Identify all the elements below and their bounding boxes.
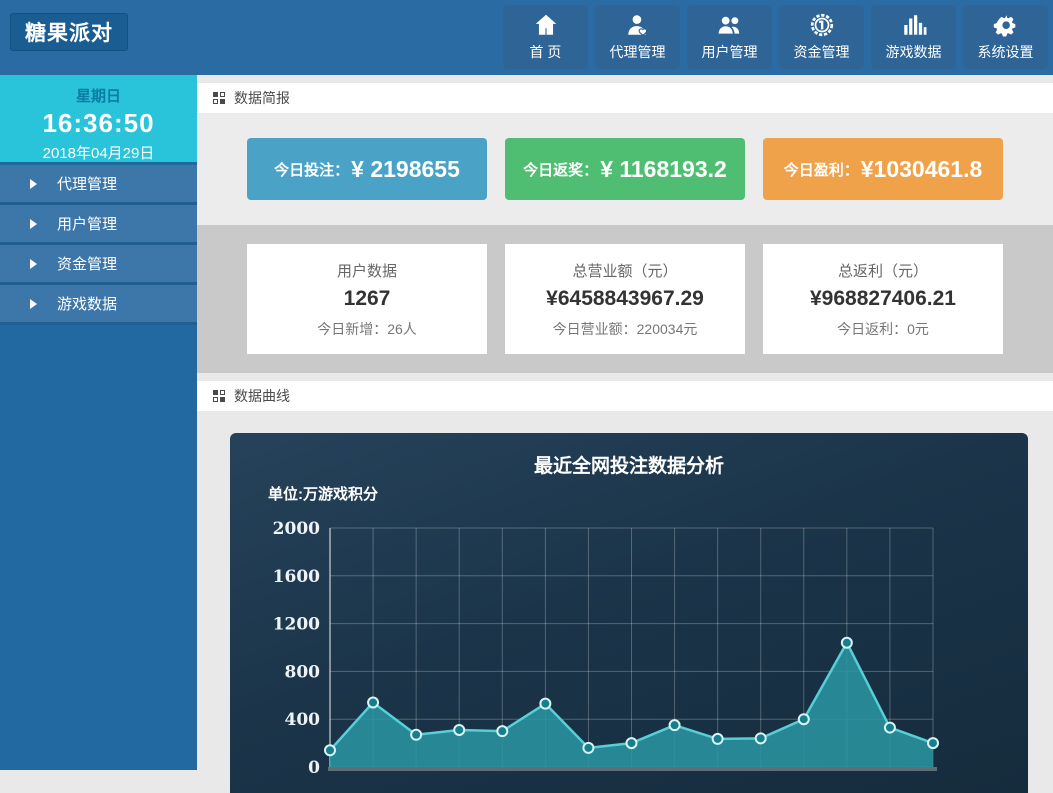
summary-value: ¥6458843967.29 bbox=[546, 287, 704, 311]
stat-value: ¥ 2198655 bbox=[351, 156, 460, 183]
svg-text:0: 0 bbox=[308, 758, 320, 778]
summary-title: 总返利（元） bbox=[838, 260, 928, 281]
users-icon bbox=[717, 12, 743, 38]
game-data-icon bbox=[901, 12, 927, 38]
home-icon bbox=[533, 12, 559, 38]
nav-label: 游戏数据 bbox=[886, 42, 942, 62]
nav-agent-management[interactable]: 代理管理 bbox=[595, 5, 680, 69]
funds-icon bbox=[809, 12, 835, 38]
section-divider bbox=[197, 373, 1053, 381]
nav-home[interactable]: 首 页 bbox=[503, 5, 588, 69]
summary-value: ¥968827406.21 bbox=[810, 287, 956, 311]
clock-date: 2018年04月29日 bbox=[0, 142, 197, 163]
summary-card-users: 用户数据 1267 今日新增：26人 bbox=[247, 244, 487, 354]
sidebar-item-agent-management[interactable]: 代理管理 bbox=[0, 165, 197, 205]
stat-card-today-bets: 今日投注： ¥ 2198655 bbox=[247, 138, 487, 200]
nav-label: 系统设置 bbox=[978, 42, 1034, 62]
triangle-right-icon bbox=[30, 299, 37, 309]
bet-analysis-chart-panel: 0 400 800 1200 1600 2000 最近全网投注数据分析 单位:万游戏积分 bbox=[230, 433, 1028, 793]
stat-card-today-profit: 今日盈利： ¥1030461.8 bbox=[763, 138, 1003, 200]
svg-text:1600: 1600 bbox=[273, 567, 320, 587]
nav-funds-management[interactable]: 资金管理 bbox=[779, 5, 864, 69]
app-logo-text: 糖果派对 bbox=[25, 17, 113, 47]
grid-icon bbox=[213, 92, 225, 104]
summary-subtext: 今日营业额：220034元 bbox=[553, 319, 698, 339]
clock-time: 16:36:50 bbox=[0, 108, 197, 139]
chart-title: 最近全网投注数据分析 bbox=[230, 451, 1028, 478]
summary-cards-row: 用户数据 1267 今日新增：26人 总营业额（元） ¥6458843967.2… bbox=[197, 225, 1053, 373]
clock-widget: 星期日 16:36:50 2018年04月29日 bbox=[0, 75, 197, 165]
nav-label: 资金管理 bbox=[794, 42, 850, 62]
chart-unit-label: 单位:万游戏积分 bbox=[268, 483, 378, 504]
sidebar-item-label: 游戏数据 bbox=[57, 293, 117, 314]
sidebar: 星期日 16:36:50 2018年04月29日 代理管理 用户管理 资金管理 … bbox=[0, 75, 197, 770]
svg-text:400: 400 bbox=[285, 710, 321, 730]
summary-title: 用户数据 bbox=[337, 260, 397, 281]
summary-title: 总营业额（元） bbox=[572, 260, 677, 281]
triangle-right-icon bbox=[30, 179, 37, 189]
nav-user-management[interactable]: 用户管理 bbox=[687, 5, 772, 69]
triangle-right-icon bbox=[30, 219, 37, 229]
nav-label: 首 页 bbox=[530, 42, 562, 62]
section-header-data-brief: 数据简报 bbox=[197, 83, 1053, 113]
svg-text:1200: 1200 bbox=[273, 615, 320, 635]
stat-label: 今日盈利： bbox=[784, 159, 859, 180]
stat-label: 今日返奖： bbox=[523, 159, 598, 180]
section-title: 数据简报 bbox=[234, 88, 290, 108]
summary-card-total-revenue: 总营业额（元） ¥6458843967.29 今日营业额：220034元 bbox=[505, 244, 745, 354]
main-content: 数据简报 今日投注： ¥ 2198655 今日返奖： ¥ 1168193.2 今… bbox=[197, 75, 1053, 770]
summary-card-total-rebate: 总返利（元） ¥968827406.21 今日返利：0元 bbox=[763, 244, 1003, 354]
section-title: 数据曲线 bbox=[234, 386, 290, 406]
top-header: 糖果派对 首 页 代理管理 用户管理 资金管理 bbox=[0, 0, 1053, 75]
sidebar-item-label: 代理管理 bbox=[57, 173, 117, 194]
sidebar-item-label: 资金管理 bbox=[57, 253, 117, 274]
settings-icon bbox=[993, 12, 1019, 38]
stat-value: ¥1030461.8 bbox=[861, 156, 983, 183]
summary-subtext: 今日新增：26人 bbox=[317, 319, 417, 339]
triangle-right-icon bbox=[30, 259, 37, 269]
sidebar-item-funds-management[interactable]: 资金管理 bbox=[0, 245, 197, 285]
app-logo: 糖果派对 bbox=[10, 13, 128, 51]
nav-label: 用户管理 bbox=[702, 42, 758, 62]
nav-game-data[interactable]: 游戏数据 bbox=[871, 5, 956, 69]
top-nav: 首 页 代理管理 用户管理 资金管理 游戏数据 bbox=[503, 5, 1048, 69]
summary-subtext: 今日返利：0元 bbox=[837, 319, 929, 339]
summary-value: 1267 bbox=[344, 287, 391, 311]
stat-value: ¥ 1168193.2 bbox=[600, 156, 727, 183]
stat-label: 今日投注： bbox=[274, 159, 349, 180]
svg-text:800: 800 bbox=[285, 662, 321, 682]
agent-icon bbox=[625, 12, 651, 38]
grid-icon bbox=[213, 390, 225, 402]
sidebar-item-label: 用户管理 bbox=[57, 213, 117, 234]
section-header-data-curve: 数据曲线 bbox=[197, 381, 1053, 411]
sidebar-item-game-data[interactable]: 游戏数据 bbox=[0, 285, 197, 325]
clock-weekday: 星期日 bbox=[0, 85, 197, 106]
nav-system-settings[interactable]: 系统设置 bbox=[963, 5, 1048, 69]
sidebar-item-user-management[interactable]: 用户管理 bbox=[0, 205, 197, 245]
stat-card-today-payout: 今日返奖： ¥ 1168193.2 bbox=[505, 138, 745, 200]
nav-label: 代理管理 bbox=[610, 42, 666, 62]
stat-cards-row: 今日投注： ¥ 2198655 今日返奖： ¥ 1168193.2 今日盈利： … bbox=[197, 113, 1053, 225]
svg-text:2000: 2000 bbox=[273, 519, 320, 539]
